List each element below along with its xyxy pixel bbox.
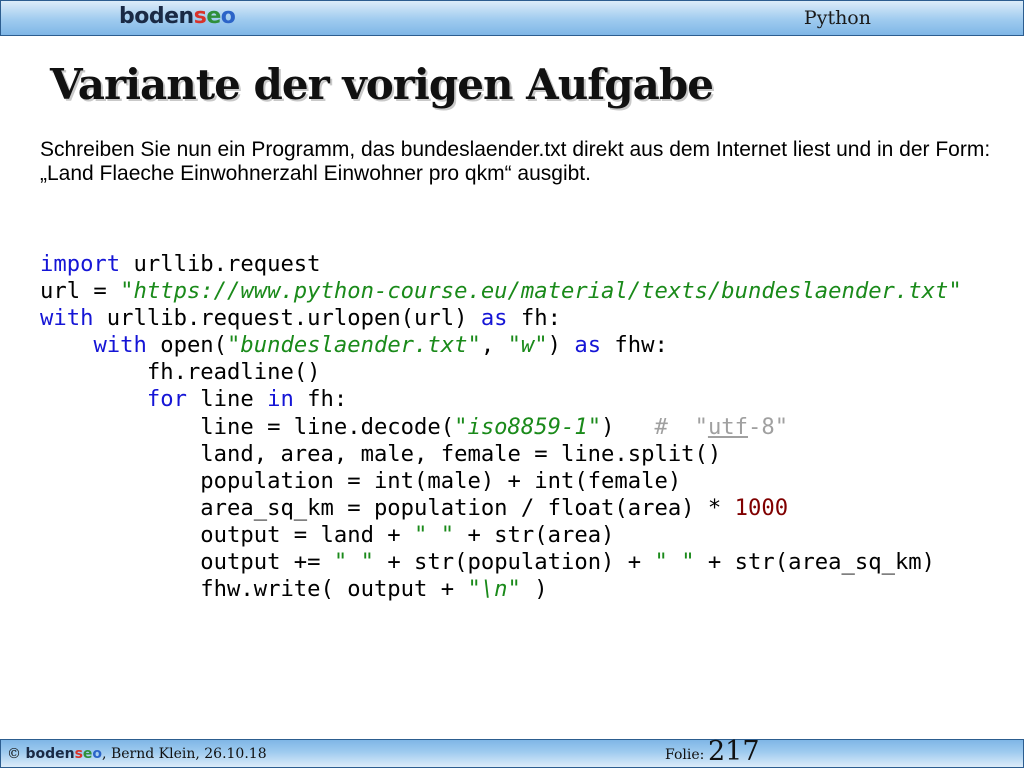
slide-number-label: Folie: [665,747,705,763]
code-line-12: output += " " + str(population) + " " + … [200,549,936,576]
code-line-3: with urllib.request.urlopen(url) as fh: [40,305,561,332]
code-block: import urllib.request url = "https://www… [40,251,962,603]
slide-title: Variante der vorigen Aufgabe [50,60,714,109]
slide-number: 217 [708,736,760,767]
code-line-6: for line in fh: [146,386,348,413]
code-line-8: land, area, male, female = line.split() [200,440,722,467]
code-line-10: area_sq_km = population / float(area) * … [200,494,789,521]
code-line-1: import urllib.request [40,251,321,277]
task-description: Schreiben Sie nun ein Programm, das bund… [40,138,1020,186]
code-line-9: population = int(male) + int(female) [200,467,682,494]
header-bar: bodenseo Python [0,0,1024,36]
code-line-7: line = line.decode("iso8859-1") # "utf-8… [200,413,789,440]
code-line-5: fh.readline() [146,359,321,386]
topic-label: Python [803,7,871,29]
task-line-1: Schreiben Sie nun ein Programm, das bund… [40,138,991,161]
footer-bar: © bodenseo, Bernd Klein, 26.10.18 Folie:… [0,736,1024,768]
footer-logo: bodenseo [25,746,103,762]
code-comment: # "utf-8" [654,413,789,440]
code-line-13: fhw.write( output + "\n" ) [200,576,548,603]
task-line-2: „Land Flaeche Einwohnerzahl Einwohner pr… [40,162,591,185]
bodenseo-logo: bodenseo [119,4,236,29]
code-line-11: output = land + " " + str(area) [200,521,615,548]
code-line-4: with open("bundeslaender.txt", "w") as f… [93,332,668,359]
code-line-2: url = "https://www.python-course.eu/mate… [40,278,962,305]
footer-copyright: © bodenseo, Bernd Klein, 26.10.18 [7,746,267,762]
